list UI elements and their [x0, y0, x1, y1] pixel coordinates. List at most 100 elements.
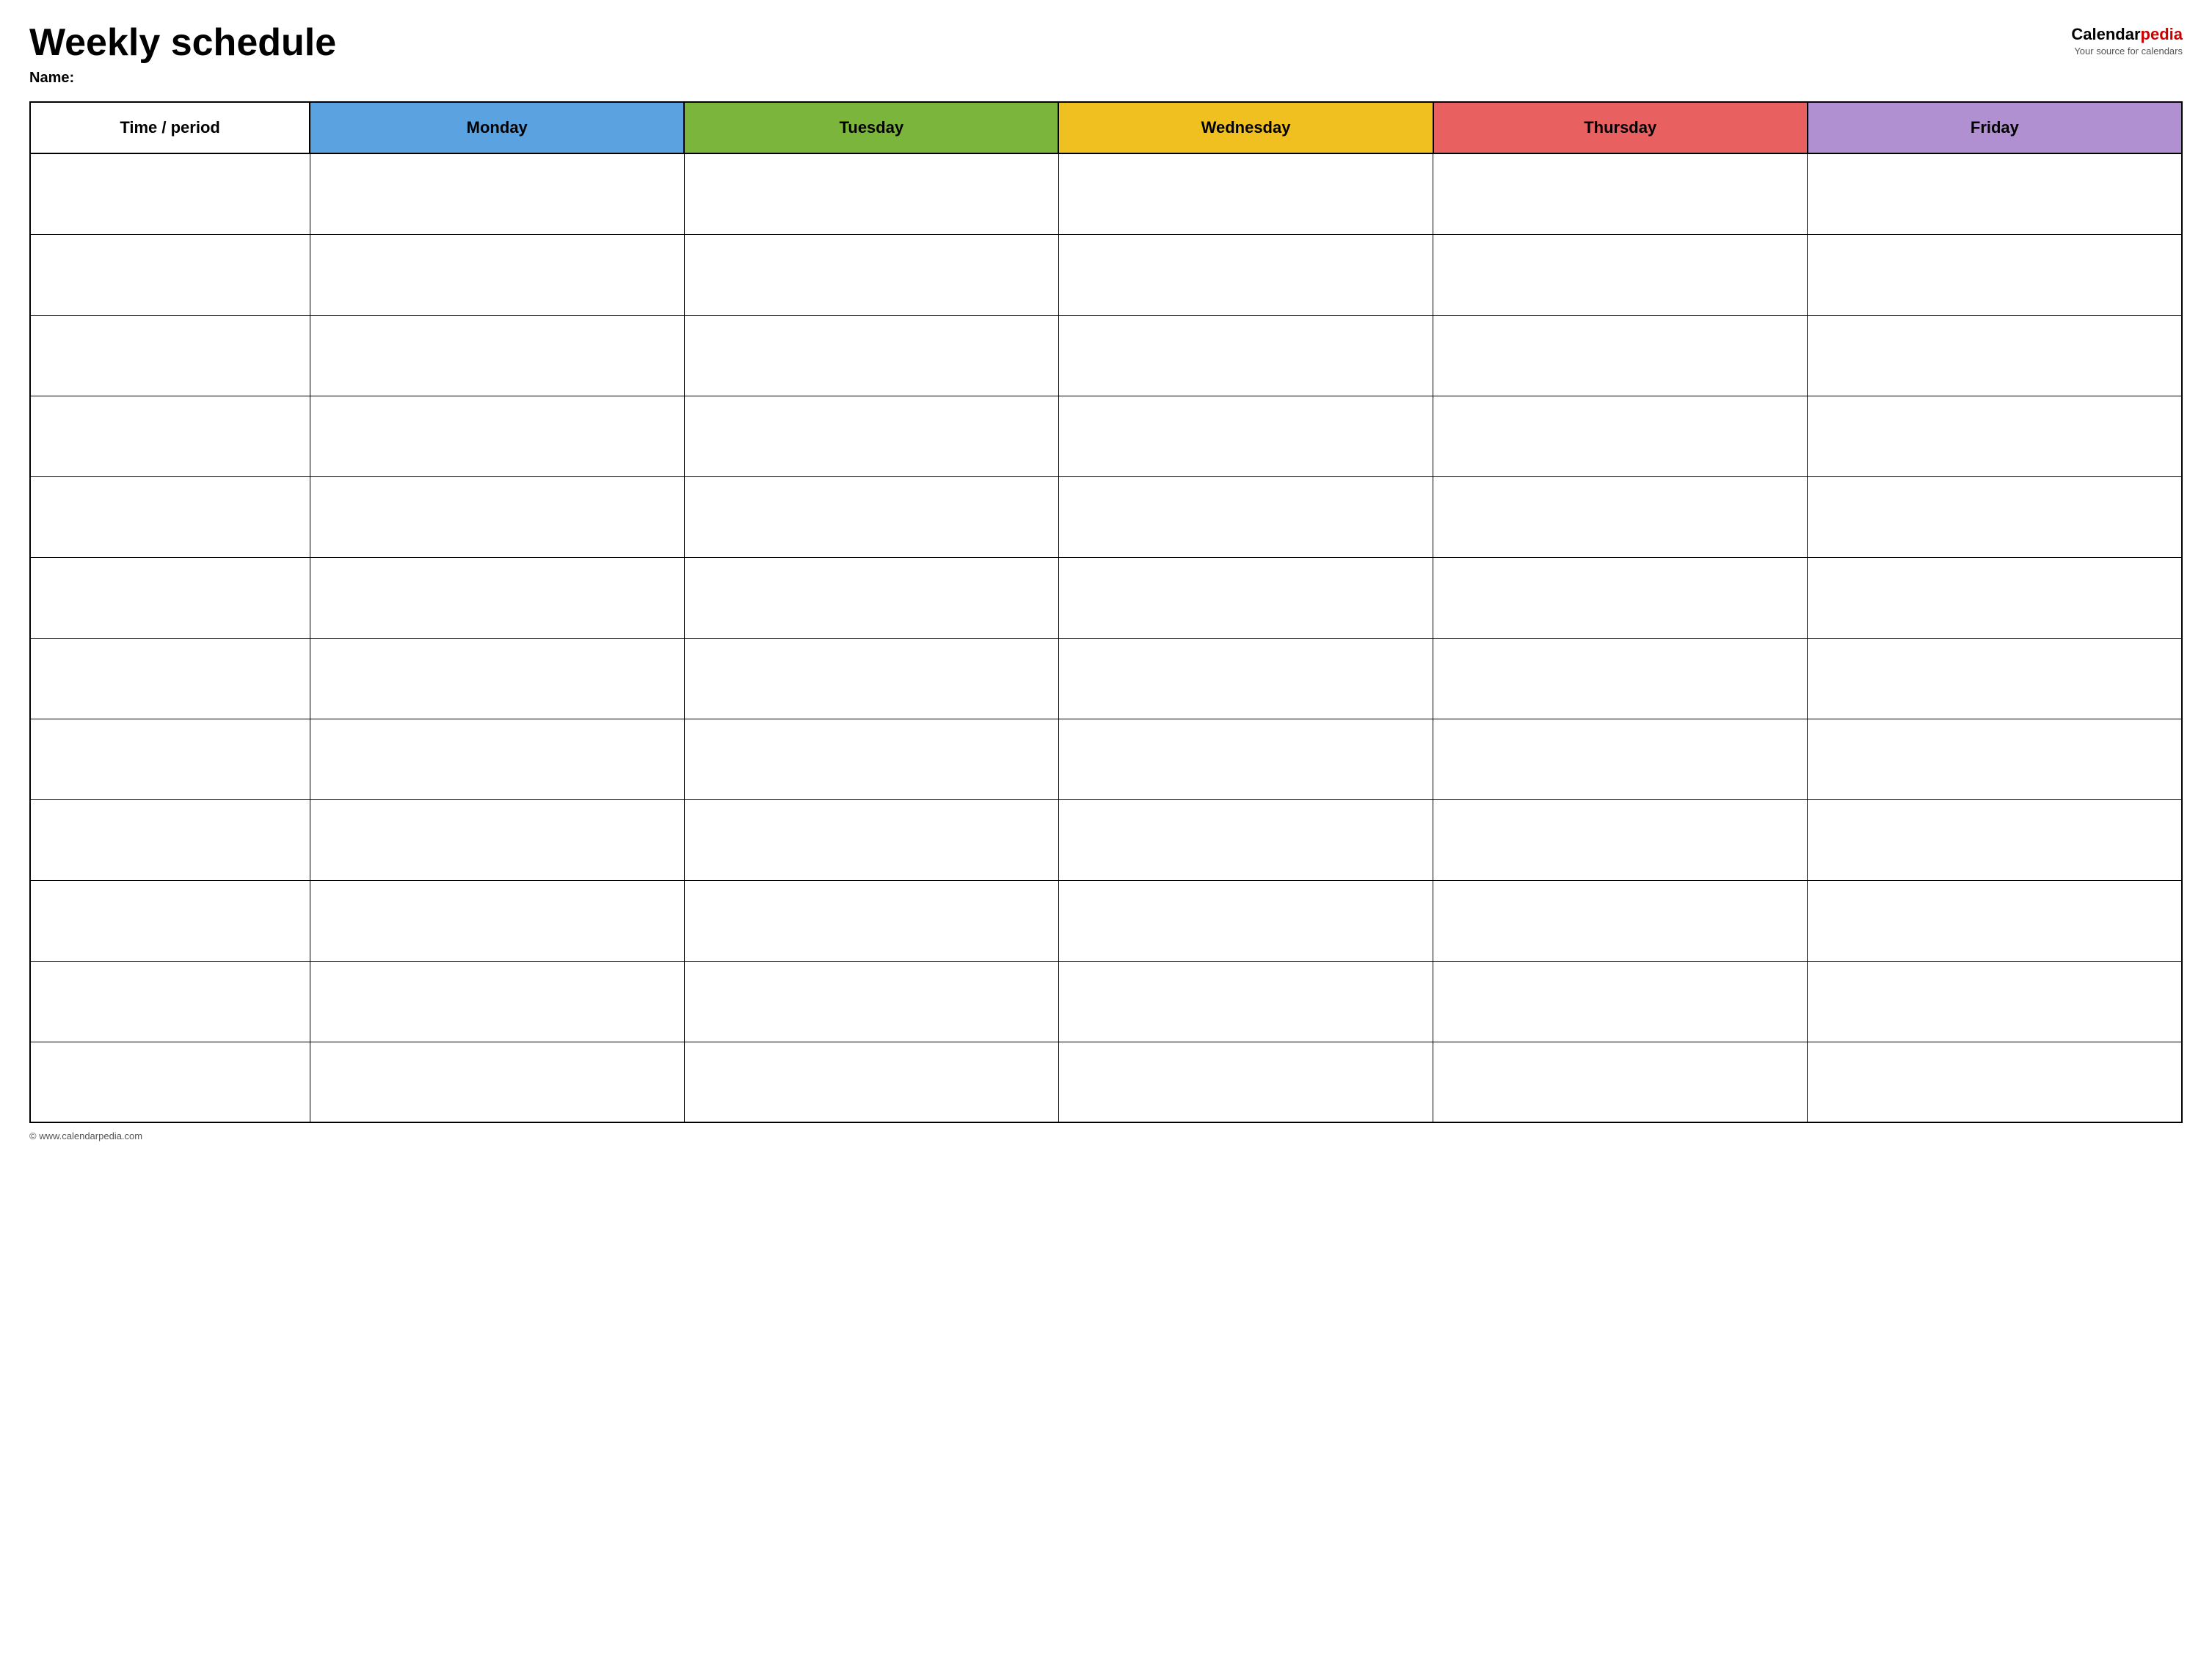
- table-row: [30, 153, 2182, 234]
- table-cell[interactable]: [310, 153, 684, 234]
- header-section: Weekly schedule Name: Calendarpedia Your…: [29, 22, 2183, 87]
- table-cell[interactable]: [684, 315, 1058, 396]
- name-label: Name:: [29, 70, 336, 87]
- table-cell[interactable]: [1808, 638, 2182, 719]
- table-row: [30, 476, 2182, 557]
- table-cell[interactable]: [30, 396, 310, 476]
- page-title: Weekly schedule: [29, 22, 336, 64]
- table-cell[interactable]: [1808, 234, 2182, 315]
- table-row: [30, 638, 2182, 719]
- table-cell[interactable]: [310, 880, 684, 961]
- table-cell[interactable]: [684, 234, 1058, 315]
- table-cell[interactable]: [684, 153, 1058, 234]
- table-cell[interactable]: [1433, 961, 1808, 1042]
- table-cell[interactable]: [1058, 557, 1433, 638]
- table-row: [30, 961, 2182, 1042]
- table-cell[interactable]: [684, 396, 1058, 476]
- header-row: Time / period Monday Tuesday Wednesday T…: [30, 102, 2182, 153]
- table-cell[interactable]: [30, 153, 310, 234]
- title-area: Weekly schedule Name:: [29, 22, 336, 87]
- table-cell[interactable]: [1058, 880, 1433, 961]
- table-row: [30, 880, 2182, 961]
- table-row: [30, 1042, 2182, 1122]
- table-row: [30, 557, 2182, 638]
- table-cell[interactable]: [1808, 880, 2182, 961]
- table-cell[interactable]: [684, 961, 1058, 1042]
- table-cell[interactable]: [1808, 476, 2182, 557]
- table-body: [30, 153, 2182, 1122]
- table-cell[interactable]: [1433, 234, 1808, 315]
- table-cell[interactable]: [310, 1042, 684, 1122]
- table-cell[interactable]: [1808, 799, 2182, 880]
- logo-text: Calendarpedia: [2071, 25, 2183, 44]
- table-cell[interactable]: [1433, 476, 1808, 557]
- table-cell[interactable]: [30, 1042, 310, 1122]
- table-cell[interactable]: [1058, 799, 1433, 880]
- table-cell[interactable]: [1433, 880, 1808, 961]
- table-cell[interactable]: [310, 638, 684, 719]
- table-row: [30, 315, 2182, 396]
- table-cell[interactable]: [30, 961, 310, 1042]
- table-cell[interactable]: [30, 638, 310, 719]
- table-cell[interactable]: [1058, 153, 1433, 234]
- logo-tagline: Your source for calendars: [2074, 46, 2183, 57]
- table-cell[interactable]: [1808, 396, 2182, 476]
- table-cell[interactable]: [1433, 557, 1808, 638]
- table-cell[interactable]: [684, 1042, 1058, 1122]
- table-cell[interactable]: [310, 476, 684, 557]
- table-cell[interactable]: [1058, 961, 1433, 1042]
- header-wednesday: Wednesday: [1058, 102, 1433, 153]
- table-cell[interactable]: [1808, 1042, 2182, 1122]
- logo-calendar: Calendar: [2071, 25, 2140, 43]
- table-cell[interactable]: [1058, 396, 1433, 476]
- table-cell[interactable]: [1058, 234, 1433, 315]
- table-cell[interactable]: [310, 234, 684, 315]
- table-cell[interactable]: [1058, 1042, 1433, 1122]
- table-cell[interactable]: [1433, 396, 1808, 476]
- table-cell[interactable]: [1433, 1042, 1808, 1122]
- table-cell[interactable]: [310, 799, 684, 880]
- table-cell[interactable]: [1058, 638, 1433, 719]
- table-cell[interactable]: [1058, 315, 1433, 396]
- table-cell[interactable]: [1433, 638, 1808, 719]
- table-cell[interactable]: [310, 719, 684, 799]
- logo-pedia: pedia: [2141, 25, 2183, 43]
- header-monday: Monday: [310, 102, 684, 153]
- table-cell[interactable]: [684, 638, 1058, 719]
- table-cell[interactable]: [310, 396, 684, 476]
- table-cell[interactable]: [1433, 799, 1808, 880]
- table-cell[interactable]: [310, 961, 684, 1042]
- table-cell[interactable]: [1058, 719, 1433, 799]
- table-row: [30, 799, 2182, 880]
- header-thursday: Thursday: [1433, 102, 1808, 153]
- table-cell[interactable]: [1808, 557, 2182, 638]
- table-cell[interactable]: [1433, 153, 1808, 234]
- table-cell[interactable]: [1433, 315, 1808, 396]
- table-header: Time / period Monday Tuesday Wednesday T…: [30, 102, 2182, 153]
- table-cell[interactable]: [684, 799, 1058, 880]
- table-cell[interactable]: [684, 476, 1058, 557]
- table-cell[interactable]: [684, 880, 1058, 961]
- table-row: [30, 719, 2182, 799]
- table-cell[interactable]: [30, 880, 310, 961]
- table-cell[interactable]: [1058, 476, 1433, 557]
- logo-area: Calendarpedia Your source for calendars: [2071, 22, 2183, 57]
- table-cell[interactable]: [30, 719, 310, 799]
- table-cell[interactable]: [30, 476, 310, 557]
- header-tuesday: Tuesday: [684, 102, 1058, 153]
- header-friday: Friday: [1808, 102, 2182, 153]
- table-cell[interactable]: [30, 799, 310, 880]
- table-cell[interactable]: [684, 557, 1058, 638]
- table-cell[interactable]: [1808, 315, 2182, 396]
- table-cell[interactable]: [1433, 719, 1808, 799]
- table-cell[interactable]: [30, 234, 310, 315]
- table-cell[interactable]: [1808, 961, 2182, 1042]
- table-cell[interactable]: [30, 315, 310, 396]
- table-cell[interactable]: [684, 719, 1058, 799]
- table-cell[interactable]: [1808, 153, 2182, 234]
- table-cell[interactable]: [1808, 719, 2182, 799]
- schedule-table: Time / period Monday Tuesday Wednesday T…: [29, 101, 2183, 1123]
- table-cell[interactable]: [310, 315, 684, 396]
- table-cell[interactable]: [30, 557, 310, 638]
- table-cell[interactable]: [310, 557, 684, 638]
